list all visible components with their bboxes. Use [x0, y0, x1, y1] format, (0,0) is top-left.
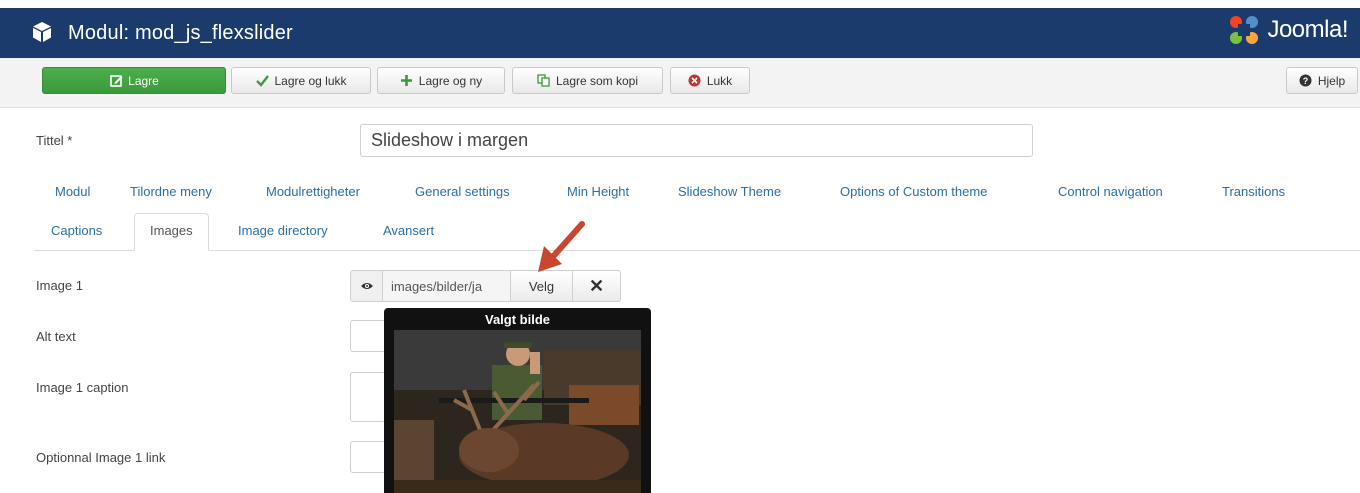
close-button[interactable]: Lukk [670, 67, 750, 94]
tab-divider [34, 250, 1360, 251]
joomla-logo-text: Joomla! [1267, 16, 1348, 43]
tab-min-height[interactable]: Min Height [567, 184, 629, 199]
preview-title: Valgt bilde [484, 312, 550, 327]
help-button-label: Hjelp [1317, 73, 1346, 88]
selected-image-preview: Valgt bilde [384, 308, 651, 493]
tab-control-navigation[interactable]: Control navigation [1058, 184, 1163, 199]
eye-icon [360, 283, 373, 289]
tab-transitions[interactable]: Transitions [1222, 184, 1285, 199]
tab-images[interactable]: Images [134, 213, 209, 251]
joomla-logo-icon [1230, 16, 1259, 44]
page-header: Modul: mod_js_flexslider Joomla! [0, 0, 1360, 58]
arrow-annotation [538, 221, 585, 272]
help-circle-icon: ? [1299, 74, 1313, 88]
tab-modul[interactable]: Modul [55, 184, 90, 199]
toolbar: Lagre Lagre og lukk Lagre og ny Lagre so… [0, 58, 1360, 108]
help-button[interactable]: ? Hjelp [1286, 67, 1358, 94]
tab-slideshow-theme[interactable]: Slideshow Theme [678, 184, 781, 199]
title-input[interactable] [360, 124, 1033, 157]
save-and-new-label: Lagre og ny [418, 73, 483, 88]
image1-label: Image 1 [36, 278, 83, 293]
save-as-copy-button[interactable]: Lagre som kopi [512, 67, 663, 94]
edit-icon [109, 74, 123, 88]
tab-image-directory[interactable]: Image directory [238, 223, 328, 238]
preview-photo [394, 330, 641, 493]
close-button-label: Lukk [706, 73, 733, 88]
preview-toggle[interactable] [350, 270, 383, 302]
save-button-label: Lagre [128, 73, 159, 88]
title-label: Tittel * [36, 133, 73, 148]
check-icon [255, 74, 269, 88]
tab-captions[interactable]: Captions [51, 223, 102, 238]
image1-caption-label: Image 1 caption [36, 380, 129, 395]
copy-icon [537, 74, 551, 88]
close-circle-icon [688, 74, 702, 88]
save-and-new-button[interactable]: Lagre og ny [377, 67, 505, 94]
plus-icon [400, 74, 414, 88]
tab-options-custom-theme[interactable]: Options of Custom theme [840, 184, 987, 199]
save-as-copy-label: Lagre som kopi [555, 73, 639, 88]
save-and-close-label: Lagre og lukk [274, 73, 347, 88]
image1-path-field[interactable]: images/bilder/ja [383, 270, 511, 302]
joomla-logo: Joomla! [1227, 12, 1348, 48]
image1-link-label: Optionnal Image 1 link [36, 450, 166, 465]
tab-tilordne-meny[interactable]: Tilordne meny [130, 184, 212, 199]
tab-modulrettigheter[interactable]: Modulrettigheter [266, 184, 360, 199]
page-title: Modul: mod_js_flexslider [68, 22, 293, 44]
cube-icon [33, 22, 51, 42]
save-button[interactable]: Lagre [42, 67, 226, 94]
alt-text-label: Alt text [36, 329, 76, 344]
tab-general-settings[interactable]: General settings [415, 184, 510, 199]
svg-text:?: ? [1303, 76, 1309, 86]
tab-avansert[interactable]: Avansert [383, 223, 434, 238]
save-and-close-button[interactable]: Lagre og lukk [231, 67, 371, 94]
